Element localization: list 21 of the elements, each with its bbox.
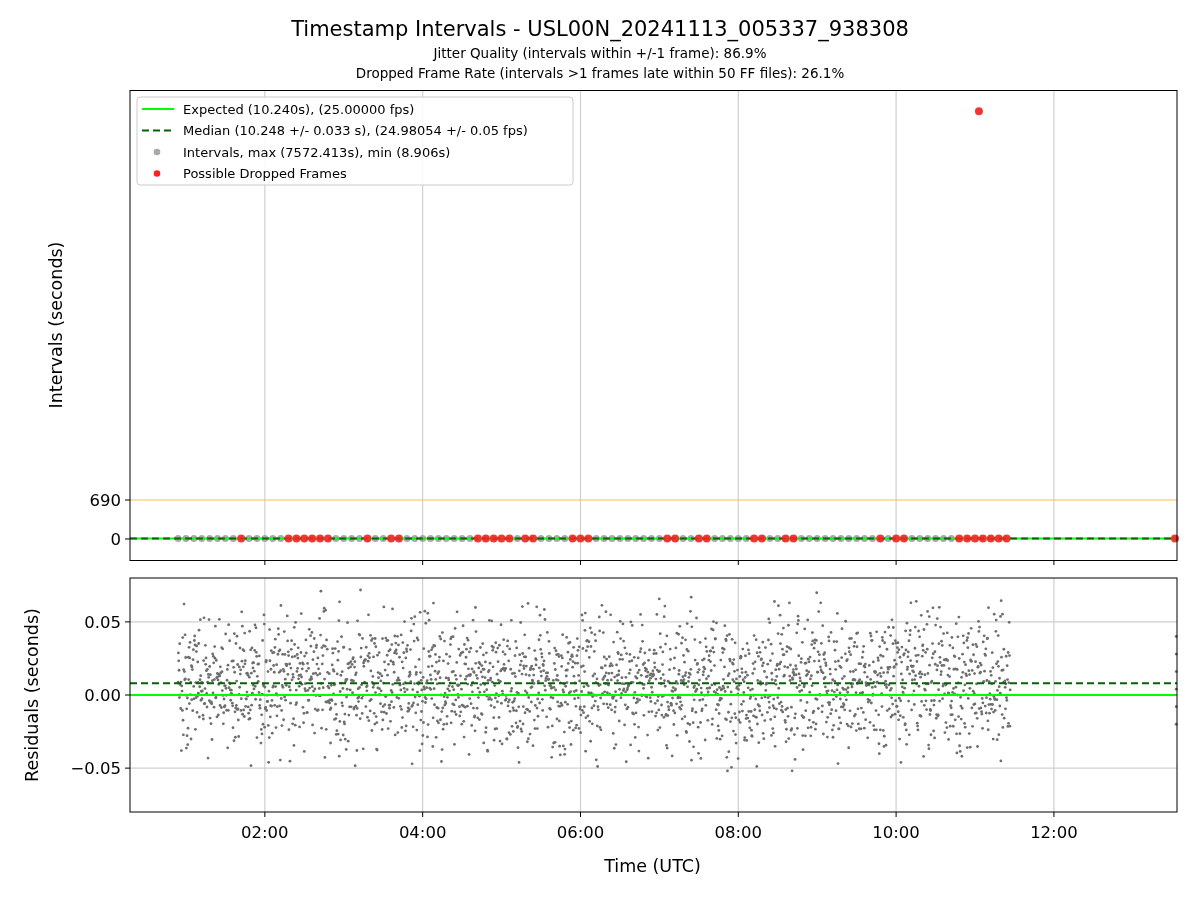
axis-label: Residuals (seconds) bbox=[22, 608, 42, 782]
tick-label: 04:00 bbox=[398, 823, 447, 842]
chart-subtitle: Jitter Quality (intervals within +/-1 frame): 86.9% bbox=[433, 44, 767, 63]
tick-label: 0.05 bbox=[84, 612, 121, 632]
axis-label: Time (UTC) bbox=[604, 856, 701, 876]
legend-label: Possible Dropped Frames bbox=[183, 166, 347, 181]
tick-label: 06:00 bbox=[556, 823, 605, 842]
chart-title: Timestamp Intervals - USL00N_20241113_005337_938308 bbox=[291, 16, 909, 43]
tick-label: 0.00 bbox=[84, 686, 121, 705]
tick-label: −0.05 bbox=[70, 759, 121, 779]
legend-label: Expected (10.240s), (25.00000 fps) bbox=[183, 101, 415, 117]
axis-label: Intervals (seconds) bbox=[46, 241, 66, 409]
tick-label: 690 bbox=[89, 491, 121, 510]
tick-label: 08:00 bbox=[714, 823, 763, 842]
legend-label: Median (10.248 +/- 0.033 s), (24.98054 +/- 0.05 fps) bbox=[183, 123, 528, 138]
tick-label: 10:00 bbox=[872, 823, 920, 842]
tick-label: 0 bbox=[110, 530, 121, 549]
chart-subtitle: Dropped Frame Rate (intervals >1 frames late within 50 FF files): 26.1% bbox=[355, 64, 845, 83]
tick-label: 12:00 bbox=[1030, 823, 1078, 842]
legend-label: Intervals, max (7572.413s), min (8.906s) bbox=[183, 144, 451, 160]
tick-label: 02:00 bbox=[241, 823, 289, 842]
